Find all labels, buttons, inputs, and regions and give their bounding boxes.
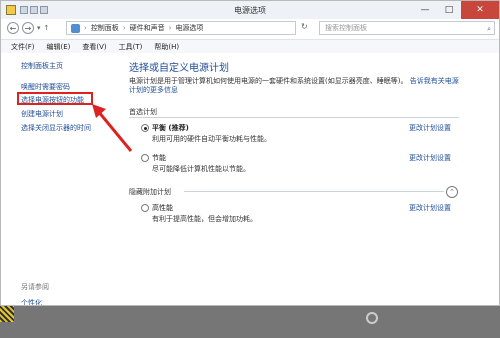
preferred-plans-divider bbox=[129, 117, 459, 118]
plan-balanced-radio[interactable] bbox=[141, 124, 149, 132]
watermark-logo bbox=[366, 312, 484, 330]
see-also-label: 另请参阅 bbox=[21, 283, 49, 291]
navigation-buttons: ← → ▾ ↑ bbox=[7, 22, 49, 34]
plan-power-saver-description: 尽可能降低计算机性能以节能。 bbox=[152, 165, 250, 173]
plan-balanced-name: 平衡 (推荐) bbox=[152, 124, 189, 132]
minimize-button[interactable]: — bbox=[413, 1, 437, 19]
menu-bar: 文件(F) 编辑(E) 查看(V) 工具(T) 帮助(H) bbox=[1, 40, 499, 53]
plan-power-saver-radio[interactable] bbox=[141, 154, 149, 162]
menu-tools[interactable]: 工具(T) bbox=[119, 42, 143, 52]
plan-power-saver-change-link[interactable]: 更改计划设置 bbox=[409, 153, 451, 163]
plan-high-performance-radio[interactable] bbox=[141, 204, 149, 212]
description-text: 电源计划是用于管理计算机如何使用电源的一套硬件和系统设置(如显示器亮度、睡眠等)… bbox=[129, 77, 408, 85]
breadcrumb-separator: › bbox=[84, 24, 87, 32]
plan-balanced-description: 利用可用的硬件自动平衡功耗与性能。 bbox=[152, 135, 271, 143]
close-button[interactable]: ✕ bbox=[461, 1, 499, 19]
menu-view[interactable]: 查看(V) bbox=[82, 42, 106, 52]
search-icon[interactable]: ⌕ bbox=[487, 23, 491, 35]
watermark-paw-icon bbox=[366, 312, 378, 324]
control-panel-small-icon bbox=[71, 23, 80, 33]
hidden-plans-heading: 隐藏附加计划 bbox=[129, 188, 171, 196]
plan-power-saver-name: 节能 bbox=[152, 154, 166, 162]
title-bar: 电源选项 — □ ✕ bbox=[1, 1, 499, 19]
breadcrumb-separator: › bbox=[122, 24, 126, 32]
see-also-personalization-link[interactable]: 个性化 bbox=[21, 298, 42, 305]
page-description: 电源计划是用于管理计算机如何使用电源的一套硬件和系统设置(如显示器亮度、睡眠等)… bbox=[129, 77, 459, 95]
search-placeholder: 搜索控制面板 bbox=[325, 24, 367, 32]
search-input[interactable]: 搜索控制面板 ⌕ bbox=[319, 21, 495, 35]
plan-high-performance-name: 高性能 bbox=[152, 204, 173, 212]
maximize-button[interactable]: □ bbox=[437, 1, 461, 19]
breadcrumb-separator: › bbox=[168, 24, 172, 32]
page-title: 选择或自定义电源计划 bbox=[129, 63, 229, 74]
preferred-plans-heading: 首选计划 bbox=[129, 108, 157, 116]
breadcrumb-power-options[interactable]: 电源选项 bbox=[175, 23, 203, 33]
plan-high-performance-change-link[interactable]: 更改计划设置 bbox=[409, 203, 451, 213]
collapse-chevron-up-icon[interactable]: ⌃ bbox=[446, 186, 458, 198]
menu-file[interactable]: 文件(F) bbox=[11, 42, 35, 52]
left-sidebar: 控制面板主页 唤醒时需要密码 选择电源按钮的功能 创建电源计划 选择关闭显示器的… bbox=[1, 53, 121, 305]
window-controls: — □ ✕ bbox=[413, 1, 499, 19]
breadcrumb-hardware-and-sound[interactable]: 硬件和声音 bbox=[130, 23, 165, 33]
menu-edit[interactable]: 编辑(E) bbox=[47, 42, 71, 52]
up-button[interactable]: ↑ bbox=[44, 24, 50, 32]
hidden-plans-divider bbox=[184, 191, 444, 192]
sidebar-item-control-panel-home[interactable]: 控制面板主页 bbox=[21, 61, 63, 71]
taskbar-edge-icon bbox=[0, 306, 14, 322]
breadcrumb-control-panel[interactable]: 控制面板 bbox=[91, 23, 119, 33]
sidebar-item-require-password[interactable]: 唤醒时需要密码 bbox=[21, 82, 70, 92]
recent-pages-dropdown-icon[interactable]: ▾ bbox=[37, 24, 41, 32]
sidebar-item-display-off-time[interactable]: 选择关闭显示器的时间 bbox=[21, 123, 91, 133]
forward-button[interactable]: → bbox=[22, 22, 34, 34]
power-options-window: 电源选项 — □ ✕ ← → ▾ ↑ › 控制面板 › 硬件和声音 › 电源选项… bbox=[0, 0, 500, 306]
red-highlight-box bbox=[17, 92, 93, 105]
menu-help[interactable]: 帮助(H) bbox=[154, 42, 179, 52]
address-toolbar: ← → ▾ ↑ › 控制面板 › 硬件和声音 › 电源选项 ↻ 搜索控制面板 ⌕ bbox=[1, 19, 499, 40]
plan-high-performance-description: 有利于提高性能，但会增加功耗。 bbox=[152, 215, 257, 223]
back-button[interactable]: ← bbox=[7, 22, 19, 34]
refresh-icon[interactable]: ↻ bbox=[301, 22, 311, 34]
sidebar-item-create-power-plan[interactable]: 创建电源计划 bbox=[21, 109, 63, 119]
address-bar[interactable]: › 控制面板 › 硬件和声音 › 电源选项 bbox=[66, 21, 296, 35]
main-content: 选择或自定义电源计划 电源计划是用于管理计算机如何使用电源的一套硬件和系统设置(… bbox=[129, 53, 491, 305]
plan-balanced-change-link[interactable]: 更改计划设置 bbox=[409, 123, 451, 133]
